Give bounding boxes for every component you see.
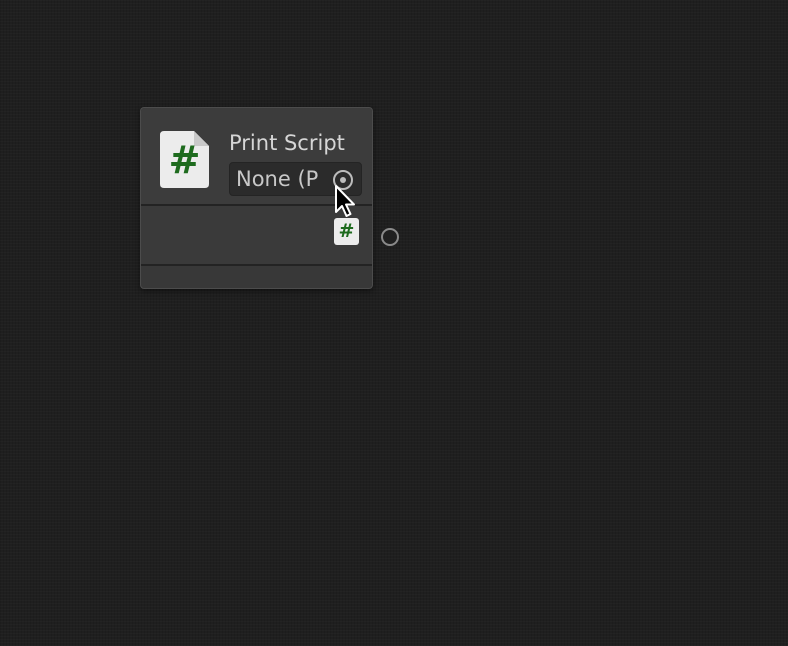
- node-title: Print Script: [229, 131, 345, 155]
- arrow-cursor-icon: [334, 184, 358, 220]
- object-field-value: None (P: [236, 167, 319, 191]
- node-footer: [141, 266, 372, 288]
- output-port-connector[interactable]: [381, 228, 399, 246]
- script-hash-glyph: #: [168, 138, 201, 182]
- csharp-script-icon: #: [160, 131, 209, 188]
- output-type-icon: #: [334, 218, 359, 245]
- graph-canvas[interactable]: { "node": { "title": "Print Script", "ic…: [0, 0, 788, 646]
